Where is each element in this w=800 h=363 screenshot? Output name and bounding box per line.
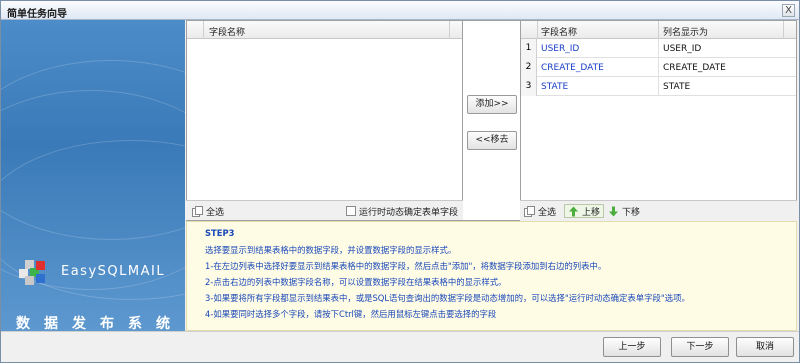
row-number: 3 (521, 77, 537, 96)
help-line: 3-如果要将所有字段都显示到结果表中，或是SQL语句查询出的数据字段是动态增加的… (205, 293, 690, 303)
runtime-fields-checkbox[interactable]: 运行时动态确定表单字段 (346, 204, 458, 218)
move-down-label: 下移 (622, 207, 641, 218)
cancel-button[interactable]: 取消 (736, 337, 794, 357)
close-icon[interactable]: X (782, 4, 795, 17)
field-name-cell[interactable]: STATE (541, 82, 568, 92)
row-number: 1 (521, 39, 537, 58)
field-name-cell[interactable]: CREATE_DATE (541, 63, 604, 73)
step-title: STEP3 (205, 228, 235, 238)
brand-name: EasySQLMAIL (61, 264, 166, 279)
cell-separator (658, 39, 659, 58)
help-line: 1-在左边列表中选择好要显示到结果表格中的数据字段，然后点击"添加"，将数据字段… (205, 261, 607, 271)
column-separator (537, 21, 538, 39)
display-name-cell[interactable]: CREATE_DATE (663, 63, 726, 73)
title-bar: 简单任务向导 X (1, 1, 799, 20)
arrow-up-icon (569, 206, 578, 216)
remove-button[interactable]: <<移去 (467, 131, 517, 150)
arrow-down-icon (609, 206, 618, 216)
next-button[interactable]: 下一步 (671, 337, 729, 357)
add-button[interactable]: 添加>> (467, 95, 517, 114)
help-line: 4-如果要同时选择多个字段，请按下Ctrl键，然后用鼠标左键点击要选择的字段 (205, 309, 497, 319)
select-all-icon (192, 205, 203, 217)
grid-header: 字段名称 列名显示为 (521, 21, 796, 39)
select-all-label: 全选 (206, 207, 225, 218)
cell-separator (658, 77, 659, 96)
field-name-cell[interactable]: USER_ID (541, 44, 579, 54)
column-separator (203, 21, 204, 39)
available-fields-grid[interactable]: 字段名称 (186, 20, 463, 221)
previous-button[interactable]: 上一步 (603, 337, 661, 357)
display-name-cell[interactable]: USER_ID (663, 44, 701, 54)
column-separator (783, 21, 784, 39)
brand-banner: EasySQLMAIL 数据发布系统 (1, 20, 185, 331)
selected-fields-grid[interactable]: 字段名称 列名显示为 1 USER_ID USER_ID 2 CREATE_DA… (520, 20, 797, 201)
select-all-right-button[interactable]: 全选 (524, 204, 556, 218)
select-all-label: 全选 (538, 207, 557, 218)
table-row[interactable]: 3 STATE STATE (521, 77, 796, 96)
cell-separator (658, 58, 659, 77)
checkbox-box[interactable] (346, 206, 356, 216)
help-line: 2-点击右边的列表中数据字段名称，可以设置数据字段在结果表格中的显示样式。 (205, 277, 507, 287)
column-separator (658, 21, 659, 39)
table-row[interactable]: 2 CREATE_DATE CREATE_DATE (521, 58, 796, 77)
left-toolbar: 全选 运行时动态确定表单字段 (186, 200, 463, 220)
footer-bar: 上一步 下一步 取消 (1, 331, 799, 362)
runtime-checkbox-label: 运行时动态确定表单字段 (359, 207, 459, 218)
column-header-display-as[interactable]: 列名显示为 (663, 25, 708, 38)
right-toolbar: 全选 上移 下移 (520, 200, 797, 220)
move-up-label: 上移 (582, 207, 601, 218)
window-title: 简单任务向导 (7, 9, 67, 20)
column-header-field-name[interactable]: 字段名称 (541, 25, 577, 38)
easysqlmail-logo-icon (19, 260, 45, 285)
help-line: 选择要显示到结果表格中的数据字段，并设置数据字段的显示样式。 (205, 245, 457, 255)
select-all-icon (524, 205, 535, 217)
column-separator (449, 21, 450, 39)
select-all-left-button[interactable]: 全选 (192, 204, 224, 218)
row-number: 2 (521, 58, 537, 77)
move-up-button[interactable]: 上移 (564, 204, 605, 218)
help-panel: STEP3 选择要显示到结果表格中的数据字段，并设置数据字段的显示样式。 1-在… (186, 221, 797, 331)
column-header-field-name[interactable]: 字段名称 (209, 25, 245, 38)
grid-header: 字段名称 (187, 21, 462, 39)
transfer-column (463, 20, 520, 221)
move-down-button[interactable]: 下移 (608, 204, 640, 218)
display-name-cell[interactable]: STATE (663, 82, 690, 92)
table-row[interactable]: 1 USER_ID USER_ID (521, 39, 796, 58)
brand-subtitle: 数据发布系统 (16, 316, 184, 331)
